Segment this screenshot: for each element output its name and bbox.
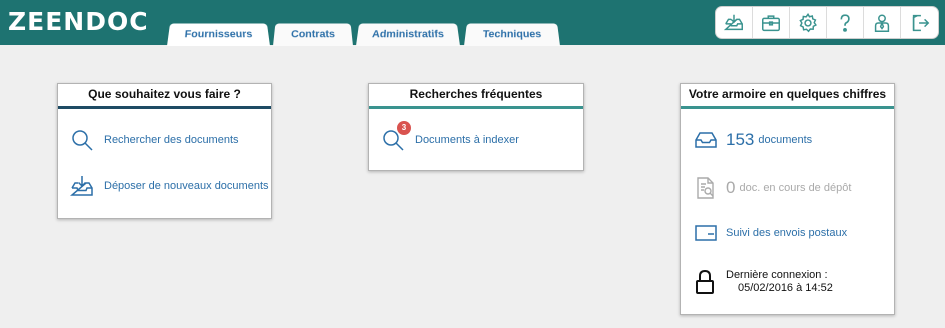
actions-card: Que souhaitez vous faire ? Rechercher de… [57,83,272,219]
pending-documents: 0 doc. en cours de dépôt [694,176,851,200]
app-logo[interactable]: ZEENDOC [8,6,149,38]
frequent-searches-card: Recherches fréquentes Documents à indexe… [368,83,584,171]
document-search-icon [697,177,714,199]
tab-label: Fournisseurs [184,28,253,41]
documents-count: 153 [726,130,755,149]
last-login-label: Dernière connexion : [726,269,828,281]
tab-fournisseurs[interactable]: Fournisseurs [167,23,270,46]
tray-download-icon [70,176,93,196]
last-login-value: 05/02/2016 à 14:52 [738,282,833,294]
card-divider [58,106,271,109]
tab-label: Techniques [482,28,542,41]
card-divider [369,106,583,109]
help-icon[interactable] [827,7,864,38]
card-title: Que souhaitez vous faire ? [88,87,241,101]
documents-label: documents [758,134,813,146]
toolbar [715,6,939,39]
user-icon[interactable] [864,7,901,38]
upload-documents-link[interactable]: Déposer de nouveaux documents [70,174,269,198]
briefcase-icon[interactable] [753,7,790,38]
gear-icon[interactable] [790,7,827,38]
tab-administratifs[interactable]: Administratifs [356,23,460,46]
search-documents-link[interactable]: Rechercher des documents [70,128,239,152]
card-divider [681,106,894,109]
link-label: Déposer de nouveaux documents [104,180,269,192]
documents-count-link[interactable]: 153 documents [694,129,812,151]
link-label: Rechercher des documents [104,134,239,146]
pending-count: 0 [726,178,736,197]
tab-label: Administratifs [371,28,445,41]
inbox-download-icon[interactable] [716,7,753,38]
lock-icon [694,269,716,300]
card-title: Votre armoire en quelques chiffres [688,87,887,101]
inbox-icon [695,132,717,148]
tab-techniques[interactable]: Techniques [464,23,560,46]
envelope-icon [695,225,717,241]
stats-card: Votre armoire en quelques chiffres 153 d… [680,83,895,315]
tab-label: Contrats [290,28,336,41]
search-icon [72,130,93,151]
card-title: Recherches fréquentes [409,87,543,101]
top-bar: ZEENDOC Fournisseurs Contrats Administra… [0,0,945,46]
link-label: Documents à indexer [415,134,519,146]
pending-label: doc. en cours de dépôt [739,182,852,194]
link-label: Suivi des envois postaux [726,227,848,239]
postal-tracking-link[interactable]: Suivi des envois postaux [694,224,847,242]
tab-contrats[interactable]: Contrats [273,23,353,46]
count-badge: 3 [397,121,411,135]
logout-icon[interactable] [901,7,938,38]
